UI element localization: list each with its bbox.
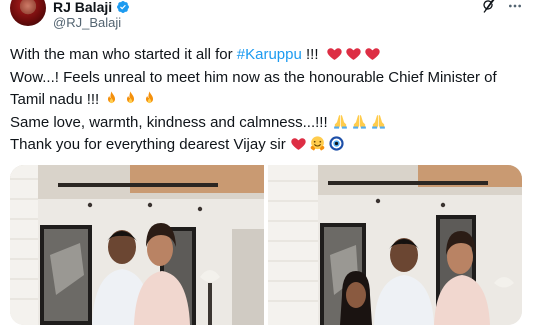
tweet-line-5-text: Thank you for everything dearest Vijay s…	[10, 136, 286, 153]
tweet-line-1-text: With the man who started it all for	[10, 46, 237, 63]
tweet-photo-1[interactable]	[10, 165, 264, 325]
author-name-row: RJ Balaji	[53, 0, 130, 15]
tweet-media-grid	[10, 165, 522, 325]
more-options-icon[interactable]	[507, 0, 523, 14]
verified-badge-icon	[117, 1, 130, 13]
red-heart-emoji-icon	[291, 138, 306, 150]
author-handle[interactable]: @RJ_Balaji	[53, 15, 121, 30]
fire-emoji-icon	[146, 91, 154, 104]
grok-icon[interactable]	[481, 0, 497, 14]
folded-hands-emoji-icon	[333, 114, 347, 129]
tweet-text: With the man who started it all for #Kar…	[10, 44, 535, 157]
tweet-header: RJ Balaji @RJ_Balaji	[0, 0, 540, 40]
tweet-line-2: Wow...! Feels unreal to meet him now as …	[10, 68, 497, 86]
fire-emoji-icon	[127, 91, 135, 104]
hugging-face-emoji-icon	[310, 136, 325, 151]
photo-2-image	[268, 165, 522, 325]
tweet-photo-2[interactable]	[268, 165, 522, 325]
fire-emoji-icon	[108, 91, 116, 104]
tweet-line-4-text: Same love, warmth, kindness and calmness…	[10, 113, 328, 131]
tweet-line-1-suffix: !!!	[301, 46, 319, 63]
red-heart-emoji-icon	[326, 48, 342, 60]
photo-1-image	[10, 165, 264, 325]
folded-hands-emoji-icon	[352, 114, 366, 129]
tweet-line-4: Same love, warmth, kindness and calmness…	[10, 112, 535, 135]
folded-hands-emoji-icon	[371, 114, 385, 129]
avatar[interactable]	[10, 0, 46, 26]
red-heart-emoji-icon	[364, 48, 380, 60]
nazar-amulet-emoji-icon	[329, 136, 344, 151]
tweet-line-3-text: Tamil nadu !!!	[10, 91, 100, 108]
tweet-line-3: Tamil nadu !!!	[10, 89, 535, 112]
hashtag-link[interactable]: #Karuppu	[237, 46, 302, 63]
tweet-line-1: With the man who started it all for #Kar…	[10, 44, 535, 67]
author-display-name[interactable]: RJ Balaji	[53, 0, 112, 15]
red-heart-emoji-icon	[345, 48, 361, 60]
tweet-line-5: Thank you for everything dearest Vijay s…	[10, 134, 535, 157]
